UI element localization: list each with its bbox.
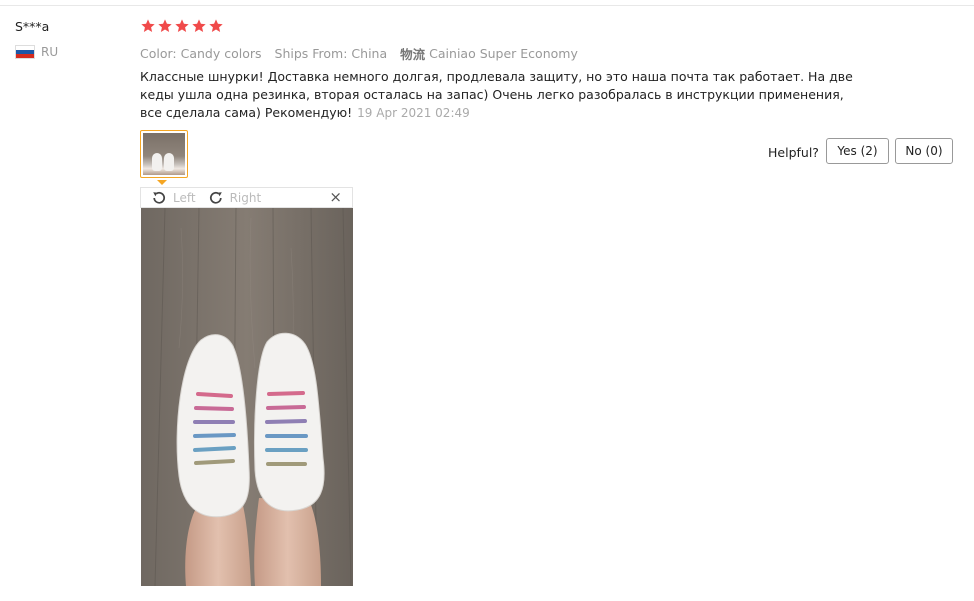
review-photo-thumbnail[interactable] bbox=[140, 130, 188, 178]
star-icon bbox=[209, 19, 223, 32]
reviewer-name: S***a bbox=[15, 19, 50, 34]
rotate-right-icon bbox=[209, 191, 222, 204]
country-code: RU bbox=[41, 45, 59, 59]
top-divider bbox=[0, 5, 974, 6]
logistics-info: Cainiao Super Economy bbox=[429, 46, 578, 61]
color-info: Color: Candy colors bbox=[140, 46, 262, 61]
rotate-left-button[interactable]: Left bbox=[151, 190, 196, 206]
russia-flag-icon bbox=[15, 45, 35, 59]
helpful-yes-button[interactable]: Yes (2) bbox=[826, 138, 889, 164]
order-info: Color: Candy colors Ships From: China 物流… bbox=[140, 44, 578, 63]
star-icon bbox=[141, 19, 155, 32]
rotate-right-button[interactable]: Right bbox=[208, 190, 262, 206]
rotate-left-label: Left bbox=[173, 190, 196, 205]
reviewer-country: RU bbox=[15, 45, 58, 59]
thumbnail-pointer bbox=[157, 180, 167, 185]
rotate-left-icon bbox=[153, 191, 166, 204]
ships-from-info: Ships From: China bbox=[274, 46, 388, 61]
star-icon bbox=[192, 19, 206, 32]
rotate-right-label: Right bbox=[229, 190, 262, 205]
star-icon bbox=[158, 19, 172, 32]
logistics-icon: 物流 bbox=[400, 47, 426, 62]
star-rating bbox=[140, 18, 224, 34]
helpful-label: Helpful? bbox=[768, 145, 819, 160]
star-icon bbox=[175, 19, 189, 32]
close-viewer-icon[interactable]: × bbox=[329, 190, 342, 205]
review-date: 19 Apr 2021 02:49 bbox=[357, 106, 470, 120]
image-viewer-toolbar: Left Right × bbox=[140, 187, 353, 208]
helpful-no-button[interactable]: No (0) bbox=[895, 138, 953, 164]
review-content: Классные шнурки! Доставка немного долгая… bbox=[140, 68, 860, 122]
thumbnail-image bbox=[143, 133, 185, 175]
review-text: Классные шнурки! Доставка немного долгая… bbox=[140, 69, 853, 120]
review-photo bbox=[141, 208, 353, 586]
